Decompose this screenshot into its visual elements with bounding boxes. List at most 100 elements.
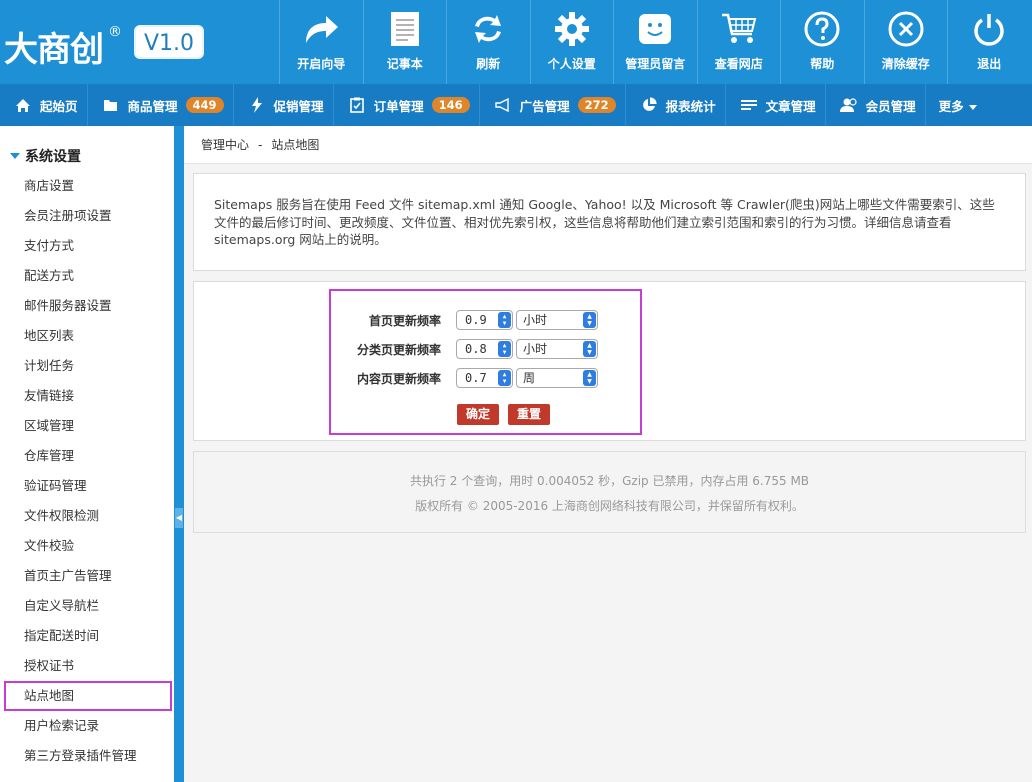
- toolbar-button-refresh[interactable]: 刷新: [446, 0, 530, 84]
- logo: 大商创 ® V1.0: [0, 0, 279, 84]
- sidebar-item[interactable]: 文件权限检测: [0, 501, 174, 531]
- nav-count-badge: 449: [185, 97, 224, 113]
- version-badge: V1.0: [134, 25, 205, 59]
- nav-item-promotion[interactable]: 促销管理: [234, 84, 334, 126]
- nav-item-ads[interactable]: 广告管理 272: [480, 84, 626, 126]
- nav-label: 文章管理: [765, 98, 816, 114]
- toolbar-button-logout[interactable]: 退出: [947, 0, 1031, 84]
- toolbar-button-admin-message[interactable]: 管理员留言: [613, 0, 697, 84]
- power-icon: [970, 10, 1008, 48]
- reset-button[interactable]: 重置: [508, 404, 551, 425]
- toolbar-label: 记事本: [386, 57, 423, 71]
- clear-x-icon: [887, 10, 925, 48]
- toolbar-label: 管理员留言: [625, 57, 686, 71]
- toolbar-label: 帮助: [810, 57, 835, 71]
- form-row-homepage: 首页更新频率 0.9 ▲ ▼ 小时 ▲ ▼: [331, 310, 598, 330]
- sidebar-item[interactable]: 站点地图: [4, 681, 172, 711]
- sidebar-list: 商店设置 会员注册项设置 支付方式 配送方式 邮件服务器设置 地区列表 计划任务 友情链接 区域…: [0, 171, 174, 771]
- priority-select[interactable]: 0.7 ▲ ▼: [456, 368, 513, 388]
- toolbar-label: 清除缓存: [881, 57, 930, 71]
- nav-label: 起始页: [40, 98, 78, 114]
- sidebar-item[interactable]: 自定义导航栏: [0, 591, 174, 621]
- nav-label: 更多: [938, 98, 964, 114]
- sidebar-item[interactable]: 友情链接: [0, 381, 174, 411]
- sidebar-item[interactable]: 指定配送时间: [0, 621, 174, 651]
- lightning-icon: [248, 97, 266, 113]
- top-header: 大商创 ® V1.0 开启向导 记事本 刷新 个人设置 管理员留言 查看网店 帮…: [0, 0, 1032, 84]
- toolbar-button-wizard[interactable]: 开启向导: [279, 0, 363, 84]
- select-arrows-icon: ▲ ▼: [583, 341, 596, 357]
- breadcrumb-root[interactable]: 管理中心: [201, 136, 249, 153]
- nav-item-orders[interactable]: 订单管理 146: [334, 84, 480, 126]
- toolbar-button-notepad[interactable]: 记事本: [362, 0, 447, 84]
- users-icon: [839, 97, 858, 113]
- nav-item-home[interactable]: 起始页: [0, 84, 88, 126]
- priority-select[interactable]: 0.8 ▲ ▼: [456, 339, 513, 359]
- sidebar-item[interactable]: 会员注册项设置: [0, 201, 174, 231]
- sidebar-item[interactable]: 计划任务: [0, 351, 174, 381]
- sidebar: 系统设置 商店设置 会员注册项设置 支付方式 配送方式 邮件服务器设置 地区列表 计划任务友…: [0, 126, 174, 782]
- nav-label: 商品管理: [127, 98, 178, 114]
- breadcrumb-current: 站点地图: [271, 138, 320, 152]
- frequency-select[interactable]: 周 ▲ ▼: [516, 368, 598, 388]
- frequency-value: 周: [523, 371, 536, 385]
- toolbar-button-clear-cache[interactable]: 清除缓存: [863, 0, 948, 84]
- sidebar-item[interactable]: 邮件服务器设置: [0, 291, 174, 321]
- sidebar-section-title: 系统设置: [25, 149, 81, 165]
- nav-label: 促销管理: [273, 98, 324, 114]
- frequency-select[interactable]: 小时 ▲ ▼: [516, 339, 598, 359]
- megaphone-icon: [494, 97, 512, 113]
- nav-item-goods[interactable]: 商品管理 449: [88, 84, 234, 126]
- breadcrumb-separator: -: [258, 137, 263, 152]
- toolbar-button-view-shop[interactable]: 查看网店: [696, 0, 781, 84]
- sidebar-item[interactable]: 支付方式: [0, 231, 174, 261]
- select-arrows-icon: ▲ ▼: [583, 370, 596, 386]
- nav-label: 会员管理: [865, 98, 916, 114]
- sidebar-item[interactable]: 区域管理: [0, 411, 174, 441]
- confirm-button[interactable]: 确定: [457, 404, 500, 425]
- sidebar-item[interactable]: 用户检索记录: [0, 711, 174, 741]
- nav-item-members[interactable]: 会员管理: [826, 84, 926, 126]
- description-panel: Sitemaps 服务旨在使用 Feed 文件 sitemap.xml 通知 G…: [193, 173, 1026, 271]
- folder-icon: [102, 97, 120, 113]
- footer: 共执行 2 个查询，用时 0.004052 秒，Gzip 已禁用，内存占用 6.…: [193, 451, 1026, 533]
- logo-text: 大商创: [4, 30, 104, 70]
- sidebar-item[interactable]: 首页主广告管理: [0, 561, 174, 591]
- nav-item-articles[interactable]: 文章管理: [726, 84, 826, 126]
- nav-label: 订单管理: [373, 98, 424, 114]
- toolbar-label: 查看网店: [714, 57, 763, 71]
- frequency-select[interactable]: 小时 ▲ ▼: [516, 310, 598, 330]
- sidebar-item[interactable]: 文件校验: [0, 531, 174, 561]
- form-row-category: 分类页更新频率 0.8 ▲ ▼ 小时 ▲ ▼: [331, 339, 598, 359]
- question-icon: [803, 10, 841, 48]
- sidebar-item[interactable]: 配送方式: [0, 261, 174, 291]
- list-icon: [740, 97, 758, 113]
- gear-icon: [553, 10, 591, 48]
- sidebar-item[interactable]: 仓库管理: [0, 441, 174, 471]
- sidebar-item[interactable]: 地区列表: [0, 321, 174, 351]
- caret-down-icon: [10, 153, 20, 159]
- toolbar-label: 个人设置: [547, 57, 596, 71]
- toolbar-button-help[interactable]: 帮助: [780, 0, 864, 84]
- sidebar-item[interactable]: 第三方登录插件管理: [0, 741, 174, 771]
- breadcrumb: 管理中心 - 站点地图: [184, 126, 1032, 164]
- collapse-arrow-icon[interactable]: ◀: [175, 508, 183, 528]
- sidebar-item[interactable]: 授权证书: [0, 651, 174, 681]
- frequency-value: 小时: [523, 313, 548, 327]
- share-arrow-icon: [302, 10, 340, 48]
- toolbar-label: 退出: [977, 57, 1002, 71]
- footer-stats: 共执行 2 个查询，用时 0.004052 秒，Gzip 已禁用，内存占用 6.…: [409, 474, 810, 488]
- priority-select[interactable]: 0.9 ▲ ▼: [456, 310, 513, 330]
- sidebar-item[interactable]: 验证码管理: [0, 471, 174, 501]
- clipboard-icon: [348, 97, 366, 113]
- toolbar-button-settings[interactable]: 个人设置: [529, 0, 614, 84]
- footer-copyright: 版权所有 © 2005-2016 上海商创网络科技有限公司，并保留所有权利。: [415, 499, 804, 513]
- form-row-content: 内容页更新频率 0.7 ▲ ▼ 周 ▲ ▼: [331, 368, 598, 388]
- sidebar-item[interactable]: 商店设置: [0, 171, 174, 201]
- select-arrows-icon: ▲ ▼: [498, 370, 511, 386]
- nav-item-more[interactable]: 更多: [926, 84, 986, 126]
- select-arrows-icon: ▲ ▼: [498, 312, 511, 328]
- nav-count-badge: 146: [431, 97, 470, 113]
- nav-item-reports[interactable]: 报表统计: [626, 84, 726, 126]
- sidebar-section-header[interactable]: 系统设置: [0, 141, 174, 171]
